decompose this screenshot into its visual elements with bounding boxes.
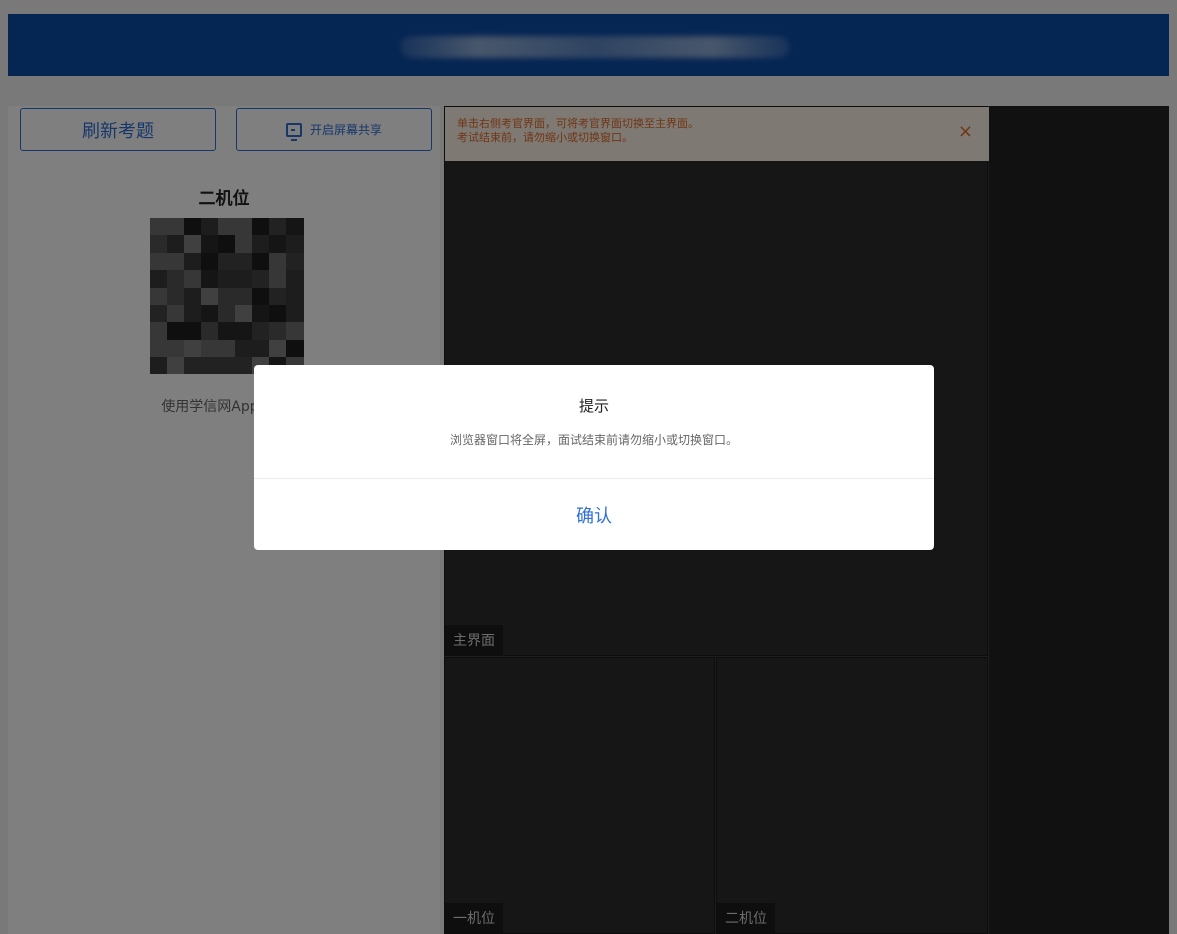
exam-page: 刷新考题 开启屏幕共享 二机位 使用学信网App扫描 单击右侧考官界面，可将考官… xyxy=(0,0,1177,934)
confirm-button[interactable]: 确认 xyxy=(254,479,934,550)
dialog-message: 浏览器窗口将全屏，面试结束前请勿缩小或切换窗口。 xyxy=(449,433,738,447)
dialog-title: 提示 xyxy=(578,397,609,415)
fullscreen-prompt-dialog: 提示 浏览器窗口将全屏，面试结束前请勿缩小或切换窗口。 确认 xyxy=(254,365,934,550)
